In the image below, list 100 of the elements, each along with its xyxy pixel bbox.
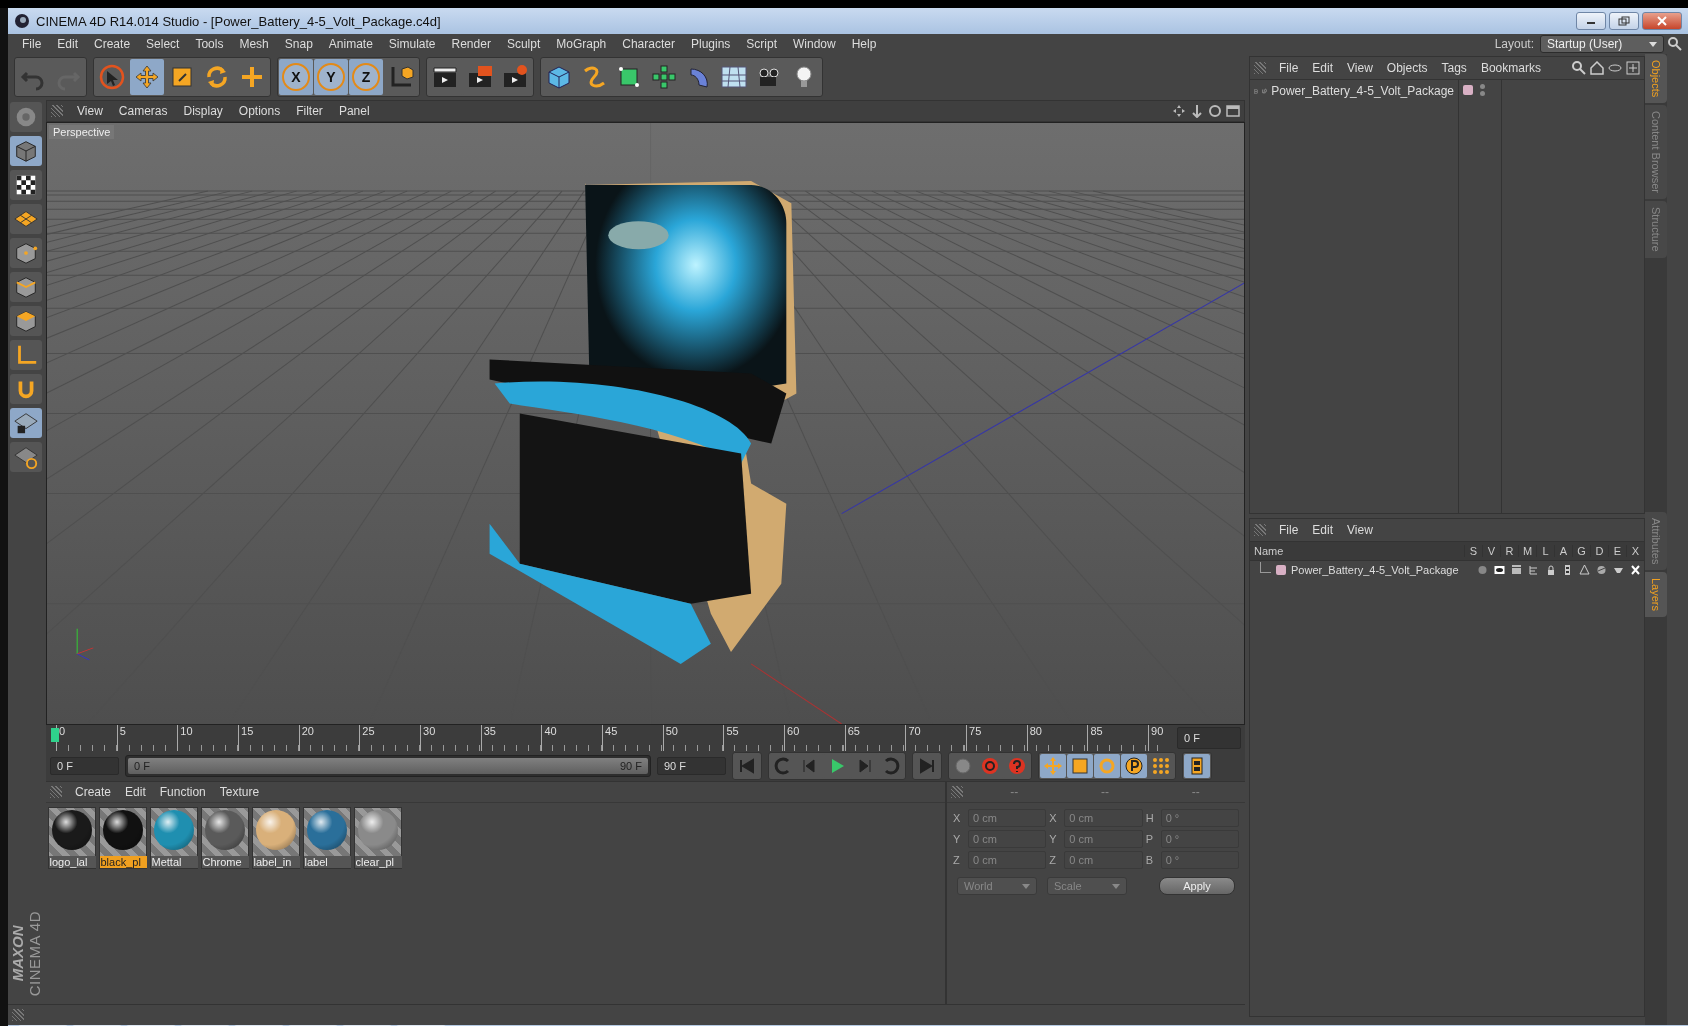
- minimize-button[interactable]: [1576, 12, 1606, 30]
- move-tool-button[interactable]: [130, 59, 164, 95]
- menu-item[interactable]: Render: [443, 37, 499, 51]
- menu-item[interactable]: Edit: [118, 785, 153, 799]
- menu-item[interactable]: Create: [68, 785, 119, 799]
- mode-button[interactable]: [10, 408, 42, 438]
- timeline-ruler[interactable]: 0 5 10 15 20 25 30 35 40 45 50 55 60 65 70 75 80 85 90 0 F: [46, 725, 1245, 751]
- start-frame-field[interactable]: 0 F: [50, 757, 119, 775]
- menu-item[interactable]: Cameras: [110, 104, 176, 118]
- menu-item[interactable]: Create: [86, 37, 139, 51]
- z-axis-button[interactable]: Z: [349, 59, 383, 95]
- grip-handle[interactable]: [51, 105, 63, 117]
- animation-icon: [1562, 565, 1573, 575]
- deformer-icon: [1596, 565, 1607, 575]
- xref-icon: [1630, 565, 1641, 575]
- grip-handle[interactable]: [1254, 524, 1266, 536]
- column-header: S: [1464, 545, 1482, 557]
- menu-item[interactable]: File: [14, 37, 50, 51]
- menu-item[interactable]: Bookmarks: [1473, 61, 1548, 75]
- menu-item[interactable]: Panel: [330, 104, 378, 118]
- menu-item[interactable]: MoGraph: [548, 37, 615, 51]
- maximize-view-icon: [1226, 104, 1240, 118]
- menu-item[interactable]: View: [1340, 523, 1380, 537]
- column-header: A: [1554, 545, 1572, 557]
- playback-button[interactable]: [1121, 754, 1147, 778]
- restore-button[interactable]: [1609, 12, 1639, 30]
- side-tab[interactable]: Objects: [1645, 54, 1667, 104]
- y-axis-button[interactable]: Y: [314, 59, 348, 95]
- material-name: Chrome: [201, 856, 249, 868]
- layout-dropdown[interactable]: Startup (User): [1540, 35, 1664, 53]
- menu-item[interactable]: View: [69, 104, 111, 118]
- material-thumbnail[interactable]: Mettal: [150, 807, 198, 869]
- pan-icon: [1172, 104, 1186, 118]
- generator-icon: [1579, 565, 1590, 575]
- lock-icon: [1545, 565, 1556, 575]
- menu-item[interactable]: Snap: [276, 37, 321, 51]
- material-thumbnail[interactable]: logo_lal: [48, 807, 96, 869]
- menu-item[interactable]: Mesh: [231, 37, 277, 51]
- parameter-icon: [1124, 756, 1144, 776]
- menu-item[interactable]: Window: [785, 37, 844, 51]
- mode-button[interactable]: [10, 306, 42, 336]
- material-thumbnail[interactable]: label: [303, 807, 351, 869]
- menu-item[interactable]: Tools: [187, 37, 232, 51]
- grip-handle[interactable]: [1254, 62, 1266, 74]
- menu-item[interactable]: Edit: [1305, 523, 1341, 537]
- object-name[interactable]: Power_Battery_4-5_Volt_Package: [1271, 84, 1454, 98]
- end-frame-field[interactable]: 90 F: [657, 757, 726, 775]
- material-thumbnail[interactable]: label_in: [252, 807, 300, 869]
- cube-points-icon: [13, 240, 39, 266]
- move-icon: [133, 63, 161, 91]
- menu-item[interactable]: Tags: [1434, 61, 1474, 75]
- visibility-dots[interactable]: [1480, 84, 1485, 96]
- dolly-icon: [1190, 104, 1204, 118]
- grip-handle[interactable]: [951, 786, 963, 798]
- menu-item[interactable]: Filter: [288, 104, 331, 118]
- menu-item[interactable]: Sculpt: [498, 37, 549, 51]
- material-thumbnail[interactable]: clear_pl: [354, 807, 402, 869]
- x-axis-button[interactable]: X: [279, 59, 313, 95]
- record-icon: [953, 756, 973, 776]
- menu-item[interactable]: Help: [843, 37, 885, 51]
- menu-item[interactable]: Select: [138, 37, 188, 51]
- menu-item[interactable]: Character: [614, 37, 683, 51]
- menu-item[interactable]: Animate: [320, 37, 381, 51]
- close-button[interactable]: [1642, 12, 1682, 30]
- menu-item[interactable]: Simulate: [380, 37, 444, 51]
- menu-item[interactable]: View: [1340, 61, 1380, 75]
- column-header: L: [1536, 545, 1554, 557]
- menu-item[interactable]: File: [1272, 61, 1306, 75]
- material-name: black_pl: [99, 856, 147, 868]
- restore-icon: [1617, 16, 1631, 26]
- grip-handle[interactable]: [50, 786, 62, 798]
- menu-item[interactable]: Options: [230, 104, 289, 118]
- menu-item[interactable]: Function: [152, 785, 213, 799]
- search-icon[interactable]: [1668, 37, 1682, 51]
- menu-item[interactable]: Display: [175, 104, 231, 118]
- menu-item[interactable]: Plugins: [682, 37, 739, 51]
- side-tab[interactable]: Layers: [1645, 572, 1667, 618]
- menu-item[interactable]: Edit: [49, 37, 87, 51]
- column-header: --: [1010, 785, 1019, 799]
- menu-item[interactable]: Texture: [212, 785, 267, 799]
- material-thumbnail[interactable]: black_pl: [99, 807, 147, 869]
- point-grid-icon: [1151, 756, 1171, 776]
- mode-button[interactable]: [10, 272, 42, 302]
- layer-name[interactable]: Power_Battery_4-5_Volt_Package: [1291, 564, 1459, 576]
- current-frame-field[interactable]: 0 F: [1177, 727, 1241, 749]
- product-name: CINEMA 4D: [26, 910, 43, 996]
- grip-handle[interactable]: [12, 1009, 24, 1021]
- column-header: --: [1101, 785, 1109, 799]
- apply-button[interactable]: Apply: [1159, 877, 1235, 895]
- close-icon: [1655, 16, 1669, 26]
- menu-item[interactable]: Edit: [1305, 61, 1341, 75]
- axis-label: X: [953, 812, 962, 824]
- menu-item[interactable]: Objects: [1379, 61, 1435, 75]
- menu-item[interactable]: File: [1272, 523, 1306, 537]
- mode-button[interactable]: [10, 170, 42, 200]
- material-thumbnail[interactable]: Chrome: [201, 807, 249, 869]
- menu-item[interactable]: Script: [738, 37, 785, 51]
- column-header: --: [1191, 785, 1200, 799]
- axis-label: X: [1049, 812, 1058, 824]
- material-name: logo_lal: [48, 856, 96, 868]
